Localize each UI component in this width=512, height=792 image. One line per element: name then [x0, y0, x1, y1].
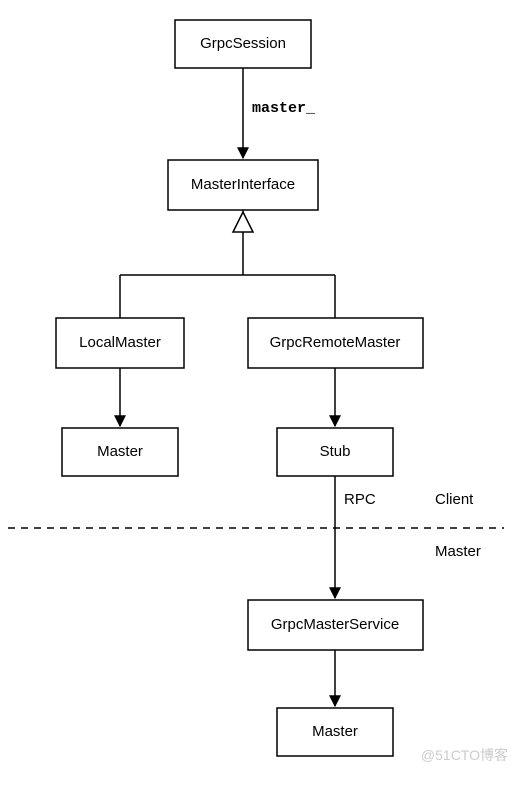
- node-stub-label: Stub: [320, 443, 351, 460]
- node-master-interface-label: MasterInterface: [191, 176, 295, 193]
- edge-rpc-label: RPC: [344, 491, 376, 508]
- node-grpc-master-service-label: GrpcMasterService: [271, 616, 399, 633]
- node-master-left-label: Master: [97, 443, 143, 460]
- architecture-diagram: GrpcSession master_ MasterInterface Loca…: [0, 0, 512, 792]
- region-master-label: Master: [435, 543, 481, 560]
- region-client-label: Client: [435, 491, 474, 508]
- inheritance-arrowhead: [233, 212, 253, 232]
- node-master-bottom-label: Master: [312, 723, 358, 740]
- edge-master-ptr-label: master_: [252, 100, 316, 117]
- node-grpc-session-label: GrpcSession: [200, 35, 286, 52]
- node-local-master-label: LocalMaster: [79, 334, 161, 351]
- watermark: @51CTO博客: [421, 747, 508, 763]
- node-grpc-remote-master-label: GrpcRemoteMaster: [270, 334, 401, 351]
